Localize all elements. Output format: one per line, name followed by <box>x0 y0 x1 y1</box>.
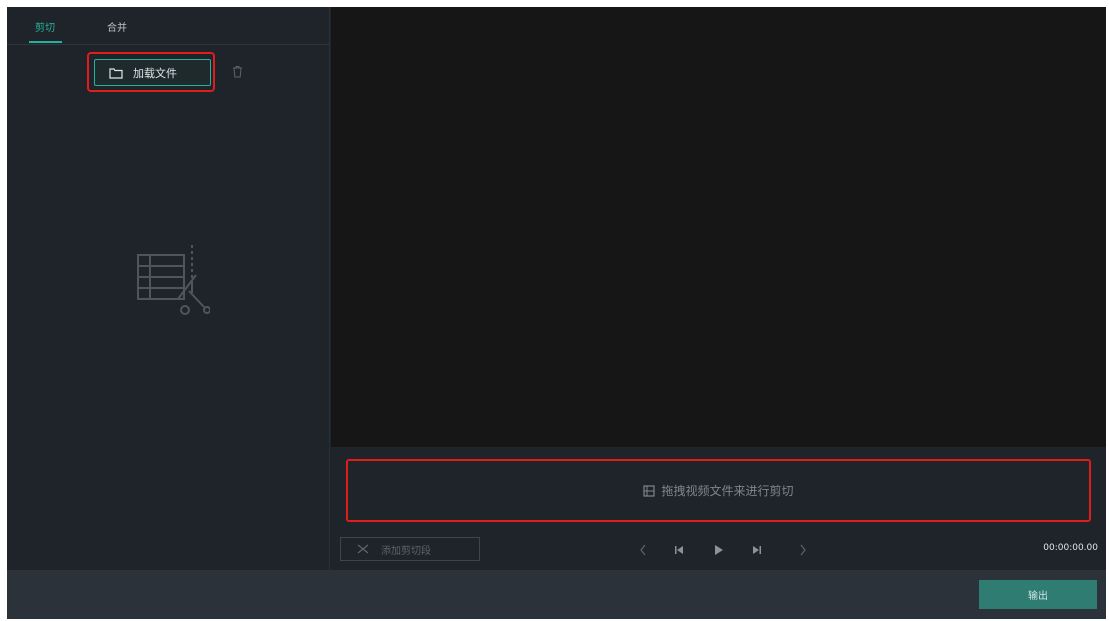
active-tab-indicator <box>29 41 62 43</box>
film-icon <box>643 484 656 497</box>
left-panel: 剪切 合并 加载文件 <box>7 7 330 570</box>
load-file-label: 加载文件 <box>133 66 177 80</box>
add-clip-label: 添加剪切段 <box>381 545 431 557</box>
add-clip-button[interactable]: 添加剪切段 <box>340 537 480 561</box>
playback-controls: 添加剪切段 00:00:00.00 <box>331 529 1106 570</box>
chevron-right-icon[interactable] <box>796 543 810 557</box>
folder-icon <box>109 67 123 79</box>
export-button[interactable]: 输出 <box>979 580 1097 609</box>
load-file-button[interactable]: 加载文件 <box>94 59 211 86</box>
film-scissors-icon <box>137 245 210 315</box>
drop-zone[interactable]: 拖拽视频文件来进行剪切 <box>346 459 1091 522</box>
drop-zone-text: 拖拽视频文件来进行剪切 <box>661 484 794 498</box>
app-window: 剪切 合并 加载文件 拖拽视频文件来进行剪切 添加剪切段 00:00:00.00… <box>7 7 1106 619</box>
prev-frame-icon[interactable] <box>673 543 687 557</box>
tab-cut[interactable]: 剪切 <box>35 19 55 34</box>
next-frame-icon[interactable] <box>749 543 763 557</box>
play-icon[interactable] <box>711 543 725 557</box>
trash-icon[interactable] <box>232 65 243 78</box>
scissors-icon <box>357 544 369 554</box>
video-preview <box>331 7 1106 447</box>
timecode: 00:00:00.00 <box>1043 543 1098 553</box>
bottom-bar: 输出 <box>7 570 1106 619</box>
chevron-left-icon[interactable] <box>636 543 650 557</box>
tab-merge[interactable]: 合并 <box>107 19 127 34</box>
tab-bar: 剪切 合并 <box>7 7 330 45</box>
